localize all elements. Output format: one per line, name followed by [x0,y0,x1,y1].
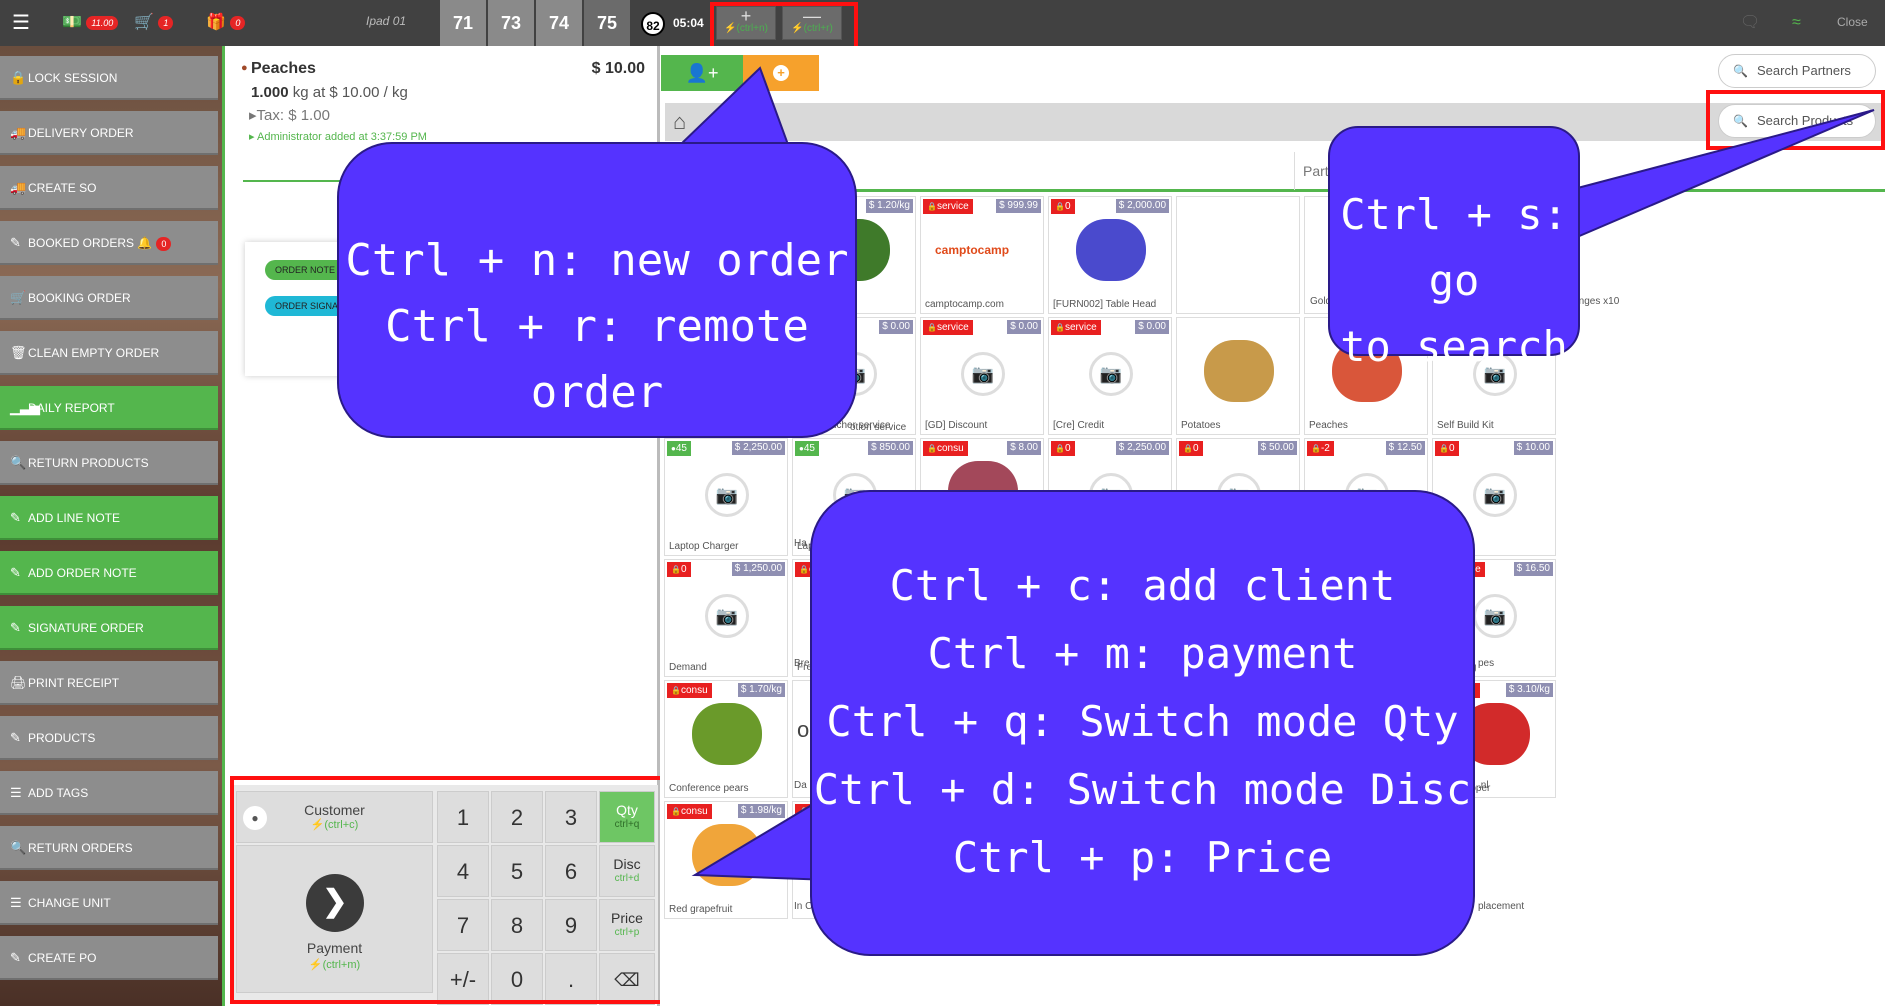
callout-numpad: Ctrl + c: add client Ctrl + m: payment C… [810,490,1475,956]
callout-tail-search [1569,109,1875,242]
callout-search: Ctrl + s: go to search [1328,126,1580,371]
callout-new-order: Ctrl + n: new order Ctrl + r: remote ord… [337,142,857,438]
callout-tail-new-order [677,66,792,152]
